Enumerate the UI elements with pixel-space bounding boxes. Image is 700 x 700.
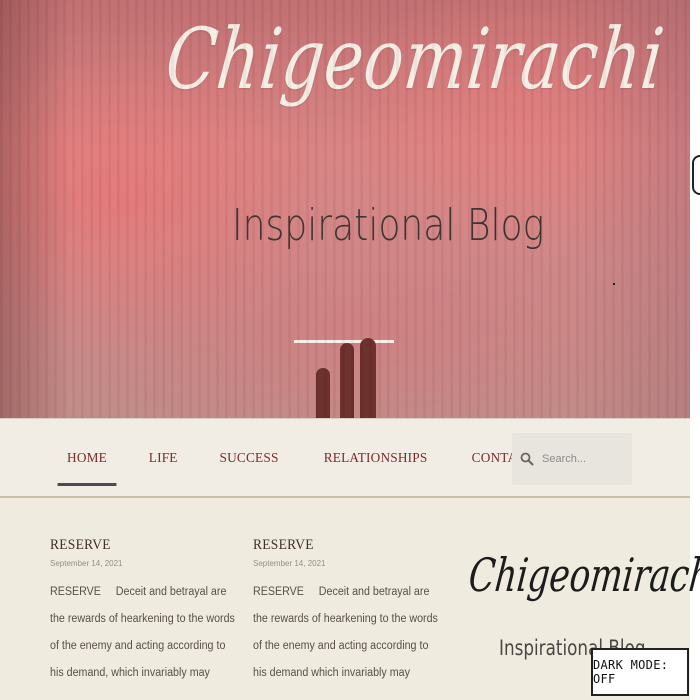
post-title[interactable]: RESERVE <box>50 537 226 554</box>
post-excerpt-text: Deceit and betrayal are the rewards of h… <box>253 586 438 679</box>
nav-item-relationships[interactable]: RELATIONSHIPS <box>314 451 437 467</box>
post-title[interactable]: RESERVE <box>253 537 429 554</box>
search-input[interactable] <box>542 453 626 465</box>
hero-banner: Chigeomirachi Inspirational Blog <box>0 0 690 418</box>
cursor-dot <box>613 283 615 285</box>
search-icon[interactable] <box>520 452 534 466</box>
primary-nav: HOME LIFE SUCCESS RELATIONSHIPS CONTACT <box>56 419 566 499</box>
post-excerpt-lead: RESERVE <box>50 586 101 598</box>
hand-silhouette <box>340 343 354 418</box>
site-tagline: Inspirational Blog <box>232 200 545 251</box>
post-card: RESERVE September 14, 2021 RESERVE Deceit… <box>50 537 245 687</box>
hand-silhouette <box>316 368 330 418</box>
main-navbar: HOME LIFE SUCCESS RELATIONSHIPS CONTACT <box>0 418 690 498</box>
site-title[interactable]: Chigeomirachi <box>161 10 669 108</box>
hero-shade-left <box>0 0 70 418</box>
post-date: September 14, 2021 <box>50 559 123 568</box>
sidebar-site-title[interactable]: Chigeomirachi <box>466 548 700 602</box>
hero-divider <box>294 340 394 343</box>
post-excerpt: RESERVE Deceit and betrayal are the rewar… <box>253 579 444 687</box>
dark-mode-toggle[interactable]: DARK MODE: OFF <box>591 648 689 696</box>
page-edge-handle <box>692 155 700 195</box>
post-excerpt-text: Deceit and betrayal are the rewards of h… <box>50 586 235 679</box>
nav-item-home[interactable]: HOME <box>57 451 117 486</box>
nav-item-life[interactable]: LIFE <box>139 451 187 467</box>
nav-item-success[interactable]: SUCCESS <box>210 451 288 467</box>
post-excerpt-lead: RESERVE <box>253 586 304 598</box>
post-date: September 14, 2021 <box>253 559 326 568</box>
hero-shade-right <box>570 0 690 418</box>
hand-silhouette <box>360 338 376 418</box>
post-excerpt: RESERVE Deceit and betrayal are the rewar… <box>50 579 241 687</box>
search-box[interactable] <box>512 433 632 485</box>
post-card: RESERVE September 14, 2021 RESERVE Deceit… <box>253 537 448 687</box>
